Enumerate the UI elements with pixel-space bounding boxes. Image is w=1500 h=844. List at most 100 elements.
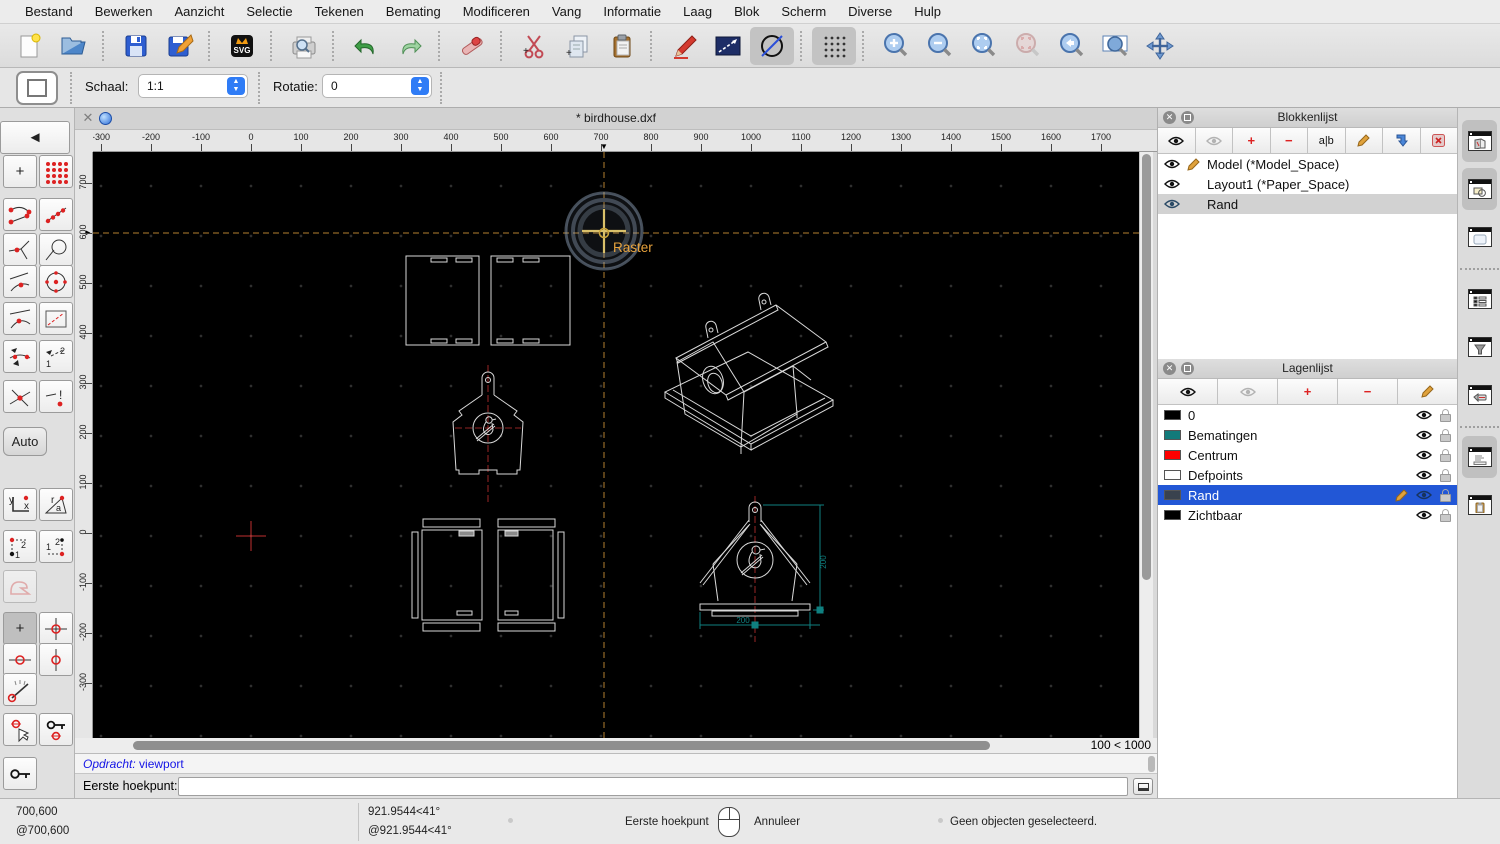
- snap-center-button[interactable]: [39, 265, 73, 298]
- snap-nearest-button[interactable]: [3, 265, 37, 298]
- command-input[interactable]: [178, 777, 1128, 796]
- insert-block-button[interactable]: [1383, 128, 1421, 153]
- delete-block-button[interactable]: [1420, 128, 1457, 153]
- block-list-toggle-button[interactable]: [1462, 120, 1497, 162]
- menu-vang[interactable]: Vang: [541, 4, 592, 19]
- copy-button[interactable]: +: [556, 27, 600, 65]
- zoom-previous-button[interactable]: [1050, 27, 1094, 65]
- scale-combobox[interactable]: 1:1 ▲ ▼: [138, 74, 248, 98]
- zoom-auto-button[interactable]: [962, 27, 1006, 65]
- edit-block-button[interactable]: [1345, 128, 1383, 153]
- edit-layer-button[interactable]: [1398, 379, 1457, 404]
- circle-tool-button[interactable]: [750, 26, 794, 65]
- snap-free-button[interactable]: +: [3, 155, 37, 188]
- layer-row-bematingen[interactable]: Bematingen: [1158, 425, 1457, 445]
- horizontal-scrollbar[interactable]: 100 < 1000: [75, 738, 1157, 753]
- lock-icon[interactable]: [1440, 428, 1451, 442]
- snap-back-button[interactable]: ◄: [0, 121, 70, 154]
- remove-layer-button[interactable]: −: [1338, 379, 1398, 404]
- menu-tekenen[interactable]: Tekenen: [304, 4, 375, 19]
- command-options-button[interactable]: [1133, 778, 1153, 795]
- snap-intersection-button[interactable]: [3, 380, 37, 413]
- layer-row-zichtbaar[interactable]: Zichtbaar: [1158, 505, 1457, 525]
- panel-detach-button[interactable]: [1181, 111, 1194, 124]
- snap-middle-button[interactable]: [3, 302, 37, 335]
- remove-block-button[interactable]: −: [1270, 128, 1308, 153]
- lock-position-button[interactable]: [3, 757, 37, 790]
- coordinate-polar-button[interactable]: ra: [39, 488, 73, 521]
- viewport-button[interactable]: [16, 71, 58, 105]
- layer-list-toggle-button[interactable]: [1462, 168, 1497, 210]
- snap-perpendicular-button[interactable]: [3, 233, 37, 266]
- snap-distance-button[interactable]: 21: [39, 340, 73, 373]
- print-preview-button[interactable]: [282, 27, 326, 65]
- block-row-rand[interactable]: Rand: [1158, 194, 1457, 214]
- tab-close-button[interactable]: ✕: [81, 111, 95, 125]
- snap-tangent-button[interactable]: [39, 233, 73, 266]
- corner-cartesian-button[interactable]: 12: [3, 530, 37, 563]
- zoom-pan-button[interactable]: [1138, 27, 1182, 65]
- set-relative-zero-button[interactable]: [3, 713, 37, 746]
- layer-row-defpoints[interactable]: Defpoints: [1158, 465, 1457, 485]
- layer-row-rand[interactable]: Rand: [1158, 485, 1457, 505]
- restrict-off-button[interactable]: [3, 570, 37, 603]
- menu-laag[interactable]: Laag: [672, 4, 723, 19]
- clipboard-panel-toggle-button[interactable]: [1462, 484, 1497, 526]
- rotation-combobox[interactable]: 0 ▲ ▼: [322, 74, 432, 98]
- vertical-scrollbar[interactable]: [1139, 152, 1153, 738]
- command-line-toggle-button[interactable]: [1462, 436, 1497, 478]
- stepper-icon[interactable]: ▲ ▼: [227, 77, 245, 95]
- restrict-orthogonal-button[interactable]: [39, 612, 73, 645]
- panel-close-button[interactable]: ✕: [1163, 111, 1176, 124]
- zoom-in-button[interactable]: [874, 27, 918, 65]
- delete-button[interactable]: [450, 27, 494, 65]
- lock-icon[interactable]: [1440, 408, 1451, 422]
- menu-selectie[interactable]: Selectie: [235, 4, 303, 19]
- snap-reference-button[interactable]: [39, 302, 73, 335]
- hide-all-layers-button[interactable]: [1218, 379, 1278, 404]
- restrict-horizontal-button[interactable]: [3, 643, 37, 676]
- show-all-blocks-button[interactable]: [1158, 128, 1196, 153]
- menu-hulp[interactable]: Hulp: [903, 4, 952, 19]
- open-file-button[interactable]: [52, 27, 96, 65]
- lock-icon[interactable]: [1440, 488, 1451, 502]
- menu-bewerken[interactable]: Bewerken: [84, 4, 164, 19]
- save-as-button[interactable]: [158, 27, 202, 65]
- rename-block-button[interactable]: a|b: [1308, 128, 1346, 153]
- layer-row-0[interactable]: 0: [1158, 405, 1457, 425]
- snap-auto-mode-button[interactable]: Auto: [3, 427, 47, 456]
- menu-modificeren[interactable]: Modificeren: [452, 4, 541, 19]
- coordinate-cartesian-button[interactable]: yx: [3, 488, 37, 521]
- view-toggle-button[interactable]: [1462, 374, 1497, 416]
- save-button[interactable]: [114, 27, 158, 65]
- menu-diverse[interactable]: Diverse: [837, 4, 903, 19]
- redo-button[interactable]: [388, 27, 432, 65]
- add-layer-button[interactable]: +: [1278, 379, 1338, 404]
- snap-endpoints-button[interactable]: [3, 198, 37, 231]
- add-block-button[interactable]: +: [1233, 128, 1271, 153]
- paste-button[interactable]: [600, 27, 644, 65]
- snap-intersection-manual-button[interactable]: !: [39, 380, 73, 413]
- selection-filter-toggle-button[interactable]: [1462, 326, 1497, 368]
- lock-icon[interactable]: [1440, 468, 1451, 482]
- snap-auto-button[interactable]: [3, 340, 37, 373]
- grid-toggle-button[interactable]: [812, 26, 856, 65]
- library-browser-toggle-button[interactable]: [1462, 216, 1497, 258]
- block-row-model[interactable]: Model (*Model_Space): [1158, 154, 1457, 174]
- panel-detach-button[interactable]: [1181, 362, 1194, 375]
- lock-icon[interactable]: [1440, 448, 1451, 462]
- vertical-scrollbar-thumb[interactable]: [1142, 154, 1151, 580]
- block-row-layout1[interactable]: Layout1 (*Paper_Space): [1158, 174, 1457, 194]
- stepper-icon[interactable]: ▲ ▼: [411, 77, 429, 95]
- snap-on-entity-button[interactable]: [39, 198, 73, 231]
- zoom-out-button[interactable]: [918, 27, 962, 65]
- snap-grid-button[interactable]: [39, 155, 73, 188]
- restrict-vertical-button[interactable]: [39, 643, 73, 676]
- menu-bemating[interactable]: Bemating: [375, 4, 452, 19]
- menu-scherm[interactable]: Scherm: [770, 4, 837, 19]
- angle-meter-button[interactable]: [3, 673, 37, 706]
- zoom-window-button[interactable]: [1094, 27, 1138, 65]
- svg-export-button[interactable]: SVG: [220, 27, 264, 65]
- menu-informatie[interactable]: Informatie: [592, 4, 672, 19]
- drawing-canvas[interactable]: 200 200 Raster: [93, 152, 1139, 738]
